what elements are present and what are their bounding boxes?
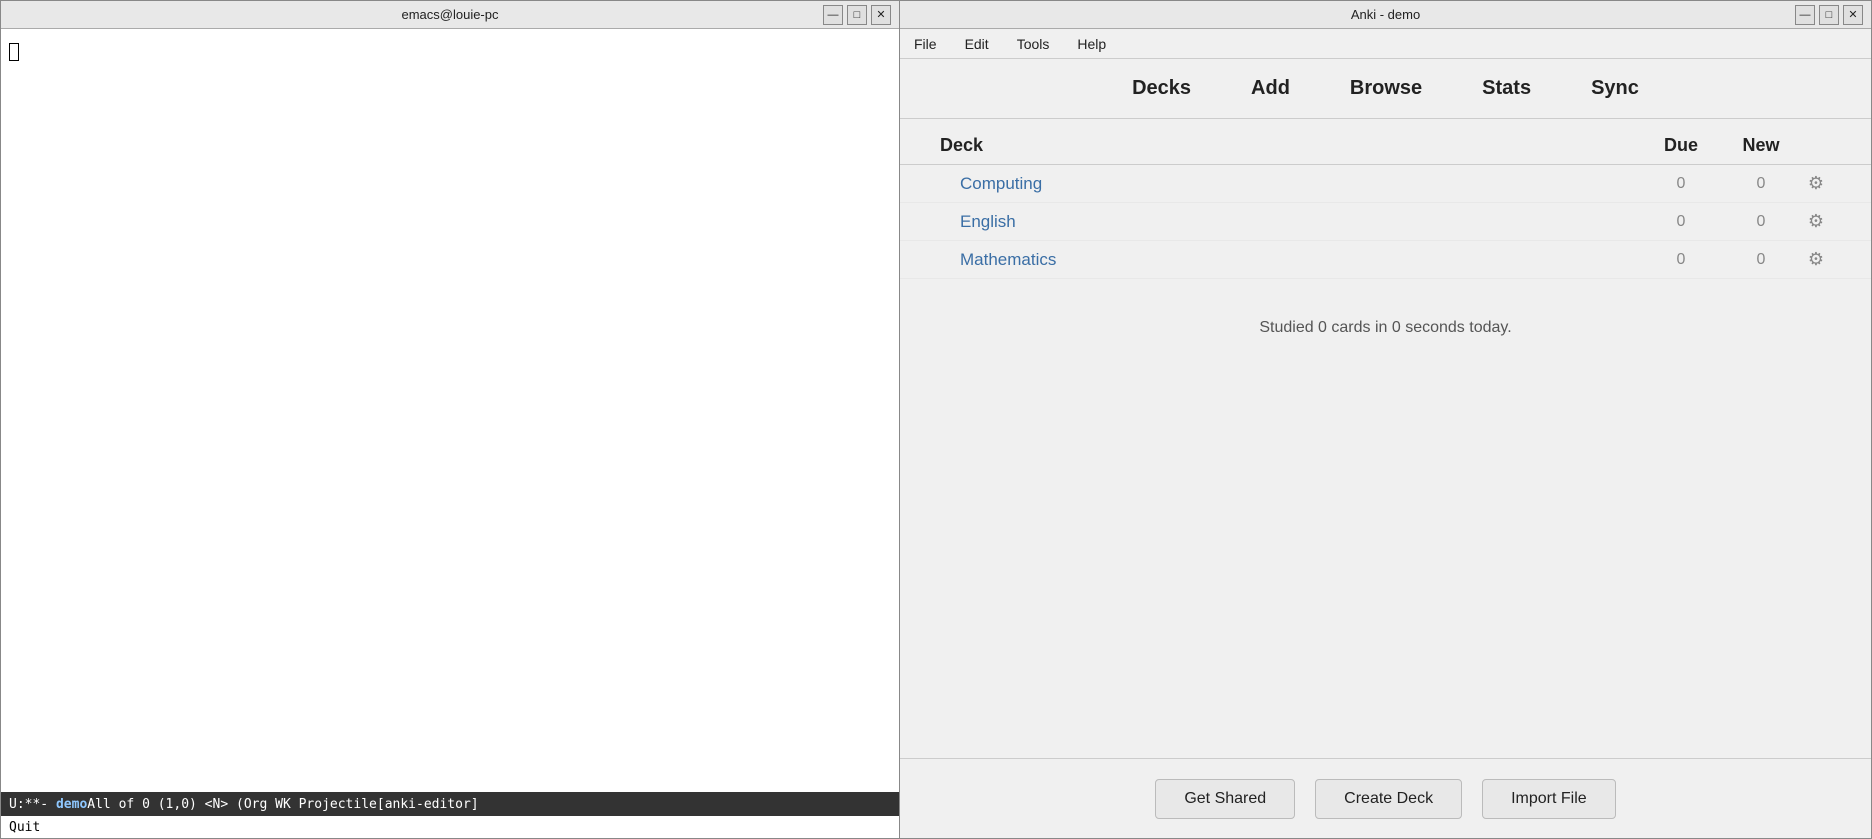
- deck-rows: Computing 0 0 ⚙ English 0 0 ⚙ Mathematic…: [900, 165, 1871, 279]
- deck-new-0: 0: [1721, 175, 1801, 193]
- deck-new-2: 0: [1721, 251, 1801, 269]
- deck-header-new-label: New: [1721, 135, 1801, 156]
- anki-menubar: File Edit Tools Help: [900, 29, 1871, 59]
- emacs-body[interactable]: [1, 29, 899, 792]
- emacs-minibuffer: Quit: [1, 816, 899, 838]
- deck-name-1[interactable]: English: [960, 212, 1641, 232]
- emacs-maximize-button[interactable]: □: [847, 5, 867, 25]
- deck-header-due-label: Due: [1641, 135, 1721, 156]
- deck-due-1: 0: [1641, 213, 1721, 231]
- anki-close-button[interactable]: ✕: [1843, 5, 1863, 25]
- menu-tools[interactable]: Tools: [1011, 32, 1056, 56]
- deck-name-0[interactable]: Computing: [960, 174, 1641, 194]
- anki-titlebar-controls: — □ ✕: [1795, 5, 1863, 25]
- anki-title: Anki - demo: [1351, 7, 1420, 22]
- get-shared-button[interactable]: Get Shared: [1155, 779, 1295, 819]
- toolbar-sync[interactable]: Sync: [1581, 71, 1649, 106]
- anki-footer: Get Shared Create Deck Import File: [900, 758, 1871, 838]
- anki-titlebar: Anki - demo — □ ✕: [900, 1, 1871, 29]
- modeline-buffername: demo: [56, 797, 87, 812]
- gear-icon-0[interactable]: ⚙: [1801, 173, 1831, 194]
- deck-header-deck-label: Deck: [940, 135, 1641, 156]
- table-row[interactable]: Computing 0 0 ⚙: [900, 165, 1871, 203]
- deck-due-0: 0: [1641, 175, 1721, 193]
- menu-help[interactable]: Help: [1071, 32, 1112, 56]
- emacs-minimize-button[interactable]: —: [823, 5, 843, 25]
- create-deck-button[interactable]: Create Deck: [1315, 779, 1462, 819]
- modeline-status: U:**-: [9, 797, 48, 812]
- emacs-minibuffer-text: Quit: [9, 820, 40, 835]
- anki-minimize-button[interactable]: —: [1795, 5, 1815, 25]
- modeline-rest: All of 0 (1,0) <N> (Org WK Projectile[an…: [87, 797, 478, 812]
- table-row[interactable]: Mathematics 0 0 ⚙: [900, 241, 1871, 279]
- menu-edit[interactable]: Edit: [959, 32, 995, 56]
- anki-toolbar: Decks Add Browse Stats Sync: [900, 59, 1871, 119]
- gear-icon-2[interactable]: ⚙: [1801, 249, 1831, 270]
- deck-name-2[interactable]: Mathematics: [960, 250, 1641, 270]
- toolbar-browse[interactable]: Browse: [1340, 71, 1432, 106]
- emacs-title: emacs@louie-pc: [401, 7, 498, 22]
- gear-icon-1[interactable]: ⚙: [1801, 211, 1831, 232]
- emacs-modeline: U:**- demo All of 0 (1,0) <N> (Org WK Pr…: [1, 792, 899, 816]
- anki-window: Anki - demo — □ ✕ File Edit Tools Help D…: [900, 0, 1872, 839]
- anki-content: Deck Due New Computing 0 0 ⚙ English 0 0…: [900, 119, 1871, 758]
- deck-header: Deck Due New: [900, 119, 1871, 165]
- emacs-window: emacs@louie-pc — □ ✕ U:**- demo All of 0…: [0, 0, 900, 839]
- toolbar-add[interactable]: Add: [1241, 71, 1300, 106]
- toolbar-decks[interactable]: Decks: [1122, 71, 1201, 106]
- emacs-titlebar-controls: — □ ✕: [823, 5, 891, 25]
- import-file-button[interactable]: Import File: [1482, 779, 1616, 819]
- studied-text: Studied 0 cards in 0 seconds today.: [900, 319, 1871, 337]
- menu-file[interactable]: File: [908, 32, 943, 56]
- emacs-cursor: [9, 43, 19, 61]
- deck-new-1: 0: [1721, 213, 1801, 231]
- table-row[interactable]: English 0 0 ⚙: [900, 203, 1871, 241]
- emacs-close-button[interactable]: ✕: [871, 5, 891, 25]
- anki-maximize-button[interactable]: □: [1819, 5, 1839, 25]
- toolbar-stats[interactable]: Stats: [1472, 71, 1541, 106]
- emacs-titlebar: emacs@louie-pc — □ ✕: [1, 1, 899, 29]
- deck-due-2: 0: [1641, 251, 1721, 269]
